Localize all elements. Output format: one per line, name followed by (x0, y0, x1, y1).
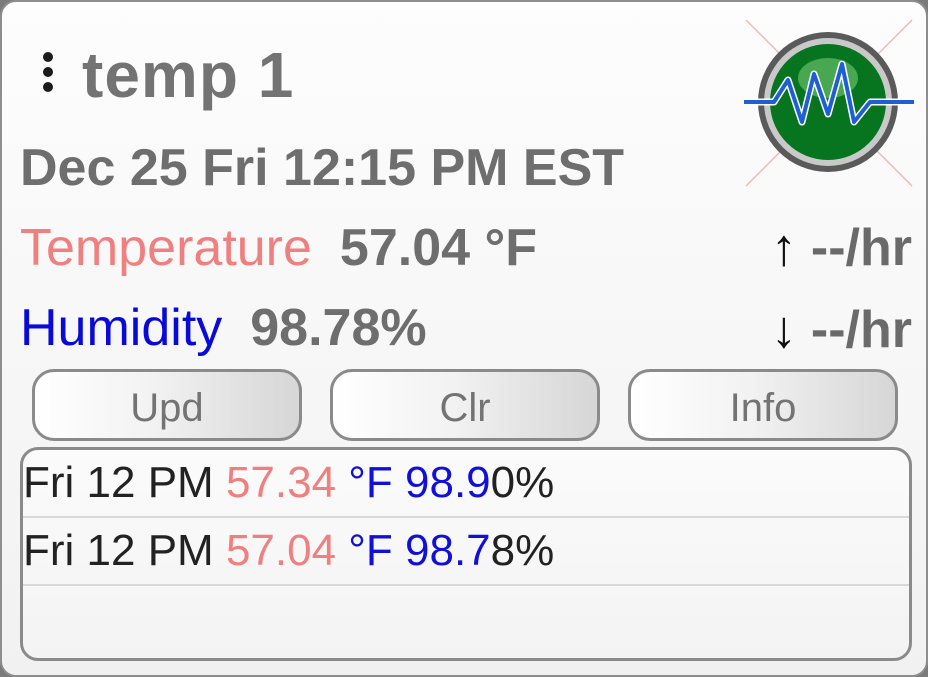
update-button[interactable]: Upd (32, 369, 302, 441)
log-temp: 57.34 (225, 458, 337, 507)
humidity-row: Humidity 98.78% (20, 298, 427, 358)
log-row: Fri 12 PM 57.34 °F 98.90% (23, 450, 909, 518)
datetime-label: Dec 25 Fri 12:15 PM EST (20, 139, 625, 197)
log-humidity-rest: 8% (490, 526, 555, 575)
humidity-value: 98.78% (250, 299, 427, 357)
heartbeat-logo-icon[interactable] (744, 18, 914, 188)
log-row: Fri 12 PM 57.04 °F 98.78% (23, 518, 909, 586)
log-time: Fri 12 PM (23, 526, 214, 575)
humidity-label: Humidity (20, 299, 223, 357)
menu-icon[interactable] (38, 46, 58, 96)
humidity-rate-value: --/hr (810, 301, 912, 359)
sensor-title: temp 1 (82, 39, 295, 111)
temperature-rate-value: --/hr (810, 219, 912, 277)
weather-widget: temp 1 Dec 25 Fri 12:15 PM EST Temperatu… (0, 0, 928, 677)
temperature-rate: ↑ --/hr (771, 218, 912, 278)
log-temp: 57.04 (225, 526, 337, 575)
temperature-label: Temperature (20, 219, 312, 277)
log-humidity-rest: 0% (490, 458, 555, 507)
arrow-down-icon: ↓ (770, 301, 797, 359)
log-humidity: 98.7 (405, 526, 491, 575)
clear-button[interactable]: Clr (330, 369, 600, 441)
humidity-rate: ↓ --/hr (771, 300, 912, 360)
log-humidity: 98.9 (405, 458, 491, 507)
temperature-value: 57.04 °F (339, 219, 538, 277)
info-button[interactable]: Info (628, 369, 898, 441)
temperature-row: Temperature 57.04 °F (20, 218, 537, 278)
log-temp-unit: °F (348, 458, 393, 507)
arrow-up-icon: ↑ (770, 219, 797, 277)
history-log[interactable]: Fri 12 PM 57.34 °F 98.90% Fri 12 PM 57.0… (20, 447, 912, 661)
log-time: Fri 12 PM (23, 458, 214, 507)
log-temp-unit: °F (348, 526, 393, 575)
